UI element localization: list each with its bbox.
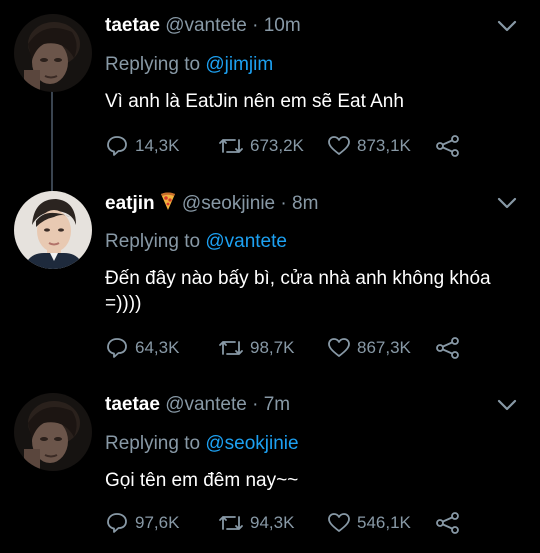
reply-button[interactable]: 97,6K (105, 509, 179, 537)
reply-icon (107, 136, 127, 156)
tweet-header: eatjin @seokjinie · 8m (105, 191, 318, 216)
retweet-icon (219, 139, 243, 153)
reply-button[interactable]: 64,3K (105, 334, 179, 362)
thread-connector-line (51, 82, 53, 194)
tweet-text: Vì anh là EatJin nên em sẽ Eat Anh (105, 91, 404, 112)
retweet-count: 94,3K (250, 513, 295, 532)
replying-to-label: Replying to (105, 231, 201, 252)
retweet-icon (219, 341, 243, 355)
separator-dot: · (252, 15, 259, 36)
heart-icon (328, 338, 350, 357)
reply-button[interactable]: 14,3K (105, 132, 179, 160)
share-button[interactable] (435, 509, 467, 537)
user-handle[interactable]: @seokjinie (182, 193, 275, 214)
tweet-header: taetae @vantete · 10m (105, 14, 301, 38)
pizza-icon (160, 192, 175, 210)
reply-count: 64,3K (135, 338, 180, 357)
share-button[interactable] (435, 334, 467, 362)
avatar[interactable] (14, 393, 92, 471)
retweet-button[interactable]: 673,2K (218, 132, 304, 160)
like-count: 873,1K (357, 136, 411, 155)
separator-dot: · (280, 193, 287, 214)
share-icon (436, 512, 459, 534)
like-button[interactable]: 867,3K (327, 334, 411, 362)
tweet-text: Gọi tên em đêm nay~~ (105, 470, 299, 491)
retweet-icon (219, 516, 243, 530)
replying-to: Replying to @seokjinie (105, 432, 299, 456)
timestamp[interactable]: 8m (292, 193, 318, 214)
share-button[interactable] (435, 132, 467, 160)
avatar[interactable] (14, 191, 92, 269)
display-name[interactable]: eatjin (105, 193, 155, 214)
replying-to-handle[interactable]: @vantete (205, 231, 287, 252)
heart-icon (328, 136, 350, 155)
share-icon (436, 337, 459, 359)
like-count: 546,1K (357, 513, 411, 532)
heart-icon (328, 513, 350, 532)
retweet-button[interactable]: 98,7K (218, 334, 294, 362)
share-icon (436, 135, 459, 157)
timestamp[interactable]: 10m (264, 15, 301, 36)
user-handle[interactable]: @vantete (165, 394, 247, 415)
chevron-down-icon[interactable] (496, 195, 518, 211)
separator-dot: · (252, 394, 259, 415)
display-name[interactable]: taetae (105, 394, 160, 415)
like-button[interactable]: 873,1K (327, 132, 411, 160)
timestamp[interactable]: 7m (264, 394, 290, 415)
reply-icon (107, 513, 127, 533)
tweet-header: taetae @vantete · 7m (105, 393, 290, 417)
reply-icon (107, 338, 127, 358)
like-button[interactable]: 546,1K (327, 509, 411, 537)
chevron-down-icon[interactable] (496, 18, 518, 34)
retweet-count: 98,7K (250, 338, 295, 357)
retweet-button[interactable]: 94,3K (218, 509, 294, 537)
replying-to-handle[interactable]: @jimjim (205, 54, 273, 75)
replying-to: Replying to @vantete (105, 230, 287, 254)
avatar[interactable] (14, 14, 92, 92)
replying-to-label: Replying to (105, 433, 201, 454)
display-name[interactable]: taetae (105, 15, 160, 36)
chevron-down-icon[interactable] (496, 397, 518, 413)
reply-count: 14,3K (135, 136, 180, 155)
retweet-count: 673,2K (250, 136, 304, 155)
user-handle[interactable]: @vantete (165, 15, 247, 36)
like-count: 867,3K (357, 338, 411, 357)
tweet-text: Đến đây nào bấy bì, cửa nhà anh không kh… (105, 268, 491, 314)
replying-to: Replying to @jimjim (105, 53, 273, 77)
reply-count: 97,6K (135, 513, 180, 532)
replying-to-handle[interactable]: @seokjinie (205, 433, 298, 454)
replying-to-label: Replying to (105, 54, 201, 75)
